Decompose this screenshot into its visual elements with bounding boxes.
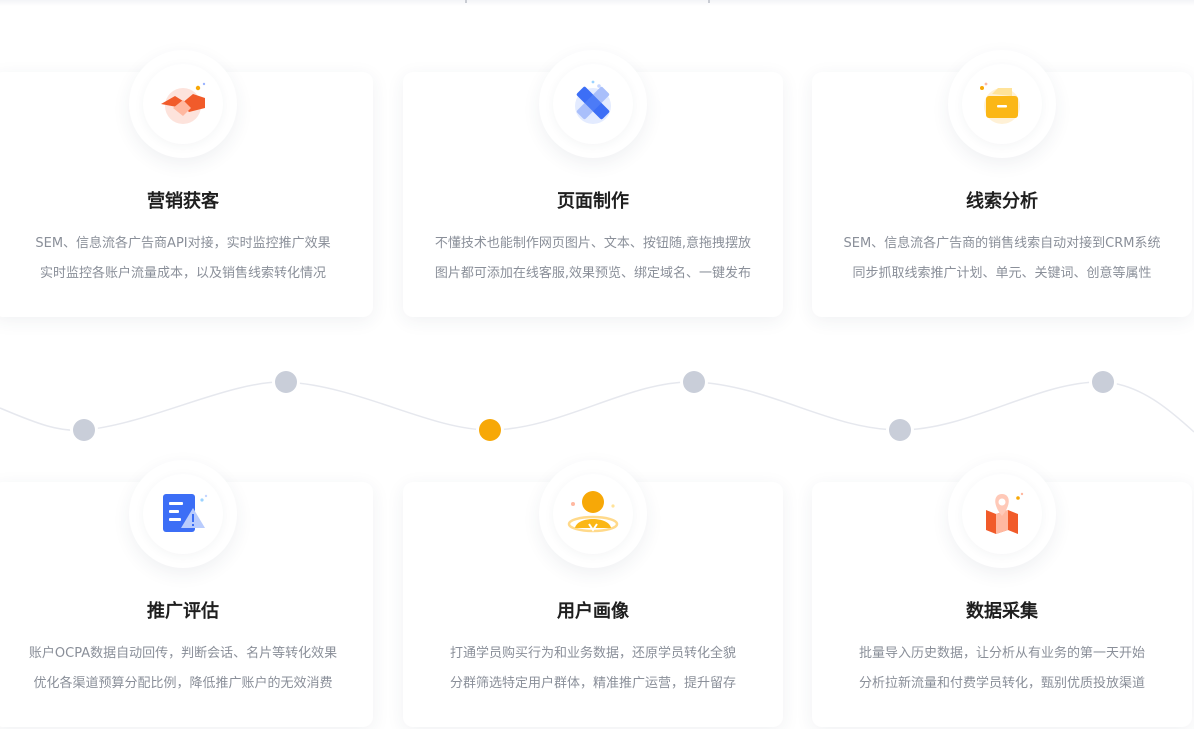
top-divider-tick — [465, 0, 467, 3]
feature-desc-line: 分群筛选特定用户群体，精准推广运营，提升留存 — [449, 676, 736, 691]
feature-title: 页面制作 — [557, 191, 629, 212]
document-warning-icon — [153, 484, 213, 544]
icon-halo — [948, 50, 1056, 158]
feature-desc-line: 优化各渠道预算分配比例，降低推广账户的无效消费 — [33, 676, 333, 691]
handshake-icon — [153, 74, 213, 134]
inbox-folder-icon — [972, 74, 1032, 134]
feature-title: 数据采集 — [966, 601, 1038, 622]
timeline-dot[interactable] — [886, 416, 914, 444]
feature-title: 推广评估 — [147, 601, 219, 622]
feature-desc-line: 分析拉新流量和付费学员转化，甄别优质投放渠道 — [858, 676, 1145, 691]
timeline-wave — [0, 368, 1194, 444]
feature-desc-line: 批量导入历史数据，让分析从有业务的第一天开始 — [858, 646, 1145, 661]
feature-desc-line: 实时监控各账户流量成本，以及销售线索转化情况 — [39, 266, 326, 281]
feature-desc-line: SEM、信息流各广告商API对接，实时监控推广效果 — [35, 236, 331, 251]
feature-desc-line: 打通学员购买行为和业务数据，还原学员转化全貌 — [449, 646, 736, 661]
icon-halo — [539, 50, 647, 158]
map-pin-icon — [972, 484, 1032, 544]
top-divider — [0, 0, 1194, 6]
timeline-curve — [0, 381, 1194, 433]
timeline-dot[interactable] — [70, 416, 98, 444]
icon-halo — [129, 50, 237, 158]
feature-desc-line: SEM、信息流各广告商的销售线索自动对接到CRM系统 — [843, 236, 1161, 251]
feature-desc-line: 账户OCPA数据自动回传，判断会话、名片等转化效果 — [28, 646, 338, 661]
timeline-dot[interactable] — [680, 368, 708, 396]
feature-desc-line: 图片都可添加在线客服,效果预览、绑定域名、一键发布 — [434, 266, 752, 281]
top-divider-tick — [708, 0, 710, 3]
feature-title: 用户画像 — [557, 601, 629, 622]
pencil-ruler-icon — [563, 74, 623, 134]
icon-halo — [539, 460, 647, 568]
feature-desc-line: 不懂技术也能制作网页图片、文本、按钮随,意拖拽摆放 — [434, 236, 752, 251]
timeline-dot[interactable] — [1089, 368, 1117, 396]
timeline-dot-active[interactable] — [476, 416, 504, 444]
icon-halo — [948, 460, 1056, 568]
feature-title: 线索分析 — [966, 191, 1038, 212]
timeline-dot[interactable] — [272, 368, 300, 396]
icon-halo — [129, 460, 237, 568]
feature-title: 营销获客 — [147, 191, 219, 212]
user-profile-icon — [563, 484, 623, 544]
feature-desc-line: 同步抓取线索推广计划、单元、关键词、创意等属性 — [852, 266, 1152, 281]
